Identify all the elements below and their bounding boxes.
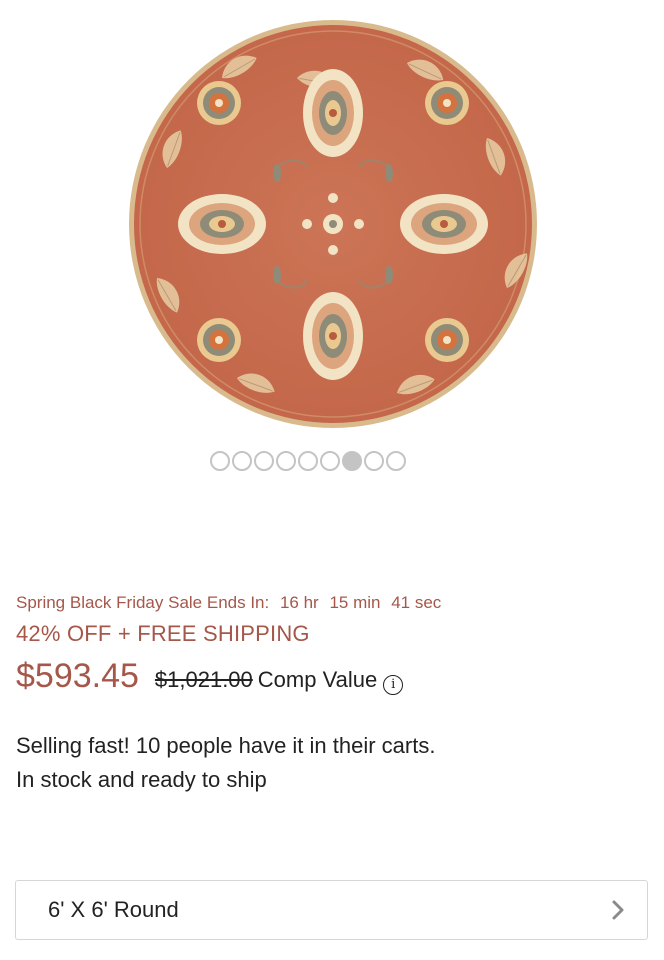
comp-value-label: Comp Value — [257, 667, 378, 692]
carousel-dot-5[interactable] — [298, 451, 318, 471]
current-price: $593.45 — [16, 657, 139, 695]
carousel-dot-9[interactable] — [386, 451, 406, 471]
carousel-dot-8[interactable] — [364, 451, 384, 471]
carousel-dot-3[interactable] — [254, 451, 274, 471]
product-image[interactable] — [127, 18, 539, 430]
offer-text: 42% OFF + FREE SHIPPING — [16, 621, 310, 646]
info-icon[interactable]: i — [383, 675, 404, 695]
carousel-dot-6[interactable] — [320, 451, 340, 471]
countdown-hours: 16 hr — [279, 593, 319, 612]
chevron-right-icon — [612, 900, 624, 920]
sale-countdown: Spring Black Friday Sale Ends In: 16 hr … — [16, 593, 441, 613]
image-carousel-dots — [210, 451, 406, 475]
carousel-dot-4[interactable] — [276, 451, 296, 471]
price-row: $593.45 $1,021.00 Comp Value i — [16, 657, 404, 696]
carousel-dot-7[interactable] — [342, 451, 362, 471]
countdown-minutes: 15 min — [329, 593, 381, 612]
stock-status: In stock and ready to ship — [16, 767, 267, 792]
sale-label: Spring Black Friday Sale Ends In: — [16, 593, 270, 612]
carousel-dot-1[interactable] — [210, 451, 230, 471]
size-selector[interactable]: 6' X 6' Round — [15, 880, 648, 940]
selected-size: 6' X 6' Round — [48, 897, 179, 922]
countdown-seconds: 41 sec — [391, 593, 442, 612]
carousel-dot-2[interactable] — [232, 451, 252, 471]
urgency-message: Selling fast! 10 people have it in their… — [16, 733, 436, 758]
comp-price: $1,021.00 — [154, 667, 253, 692]
